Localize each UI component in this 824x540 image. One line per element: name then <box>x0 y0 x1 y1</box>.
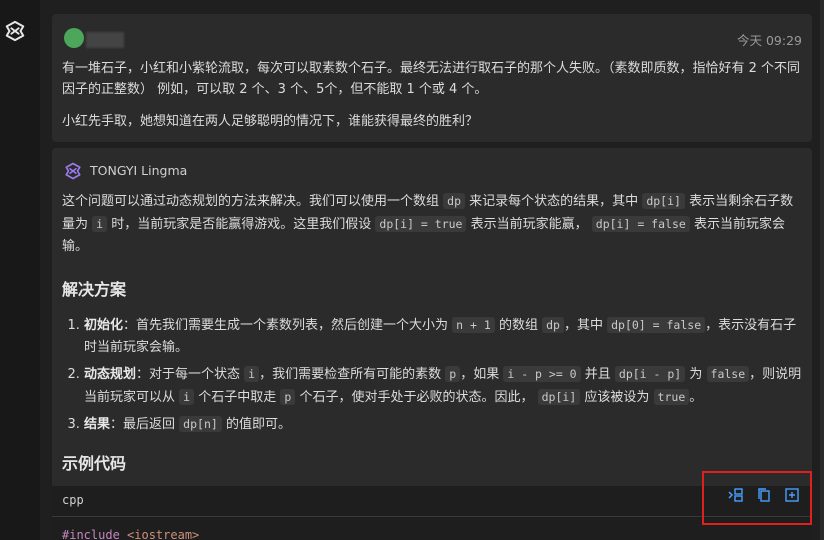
inline-code: i <box>179 389 195 405</box>
copy-code-button[interactable] <box>755 486 773 504</box>
message-timestamp: 今天 09:29 <box>737 33 802 48</box>
inline-code: true <box>653 389 690 405</box>
text-span: 。 <box>689 390 703 405</box>
intro-paragraph: 这个问题可以通过动态规划的方法来解决。我们可以使用一个数组 dp 来记录每个状态… <box>62 190 800 258</box>
step-label: 动态规划 <box>84 367 137 382</box>
new-file-button[interactable] <box>783 486 801 504</box>
inline-code: dp[i] = false <box>591 216 690 232</box>
insert-code-button[interactable] <box>727 486 745 504</box>
text-span: 个石子，使对手处于必败的状态。因此， <box>299 390 534 405</box>
insert-at-cursor-icon <box>728 488 743 502</box>
activity-bar <box>0 0 40 540</box>
assistant-message: TONGYI Lingma 这个问题可以通过动态规划的方法来解决。我们可以使用一… <box>52 148 812 540</box>
code-block-header: cpp <box>52 486 812 517</box>
code-actions-highlight <box>702 471 812 525</box>
inline-code: dp[i] = true <box>375 216 467 232</box>
code-line: #include <iostream> <box>62 528 199 540</box>
text-span: ：对于每一个状态 <box>136 367 241 382</box>
text-span: 这个问题可以通过动态规划的方法来解决。我们可以使用一个数组 <box>62 194 440 209</box>
text-span: 并且 <box>584 367 611 382</box>
inline-code: n + 1 <box>452 317 495 333</box>
code-block: cpp #include <iostream> <box>52 471 812 540</box>
list-item: 结果：最后返回 dp[n] 的值即可。 <box>84 413 804 436</box>
copy-icon <box>758 488 770 502</box>
user-message: 今天 09:29 有一堆石子，小红和小紫轮流取，每次可以取素数个石子。最终无法进… <box>52 14 812 142</box>
chat-panel: 今天 09:29 有一堆石子，小红和小紫轮流取，每次可以取素数个石子。最终无法进… <box>52 0 820 540</box>
inline-code: dp[i] <box>537 389 581 405</box>
inline-code: i <box>92 216 108 232</box>
text-span: ，我们需要检查所有可能的素数 <box>259 367 442 382</box>
user-message-text: 有一堆石子，小红和小紫轮流取，每次可以取素数个石子。最终无法进行取石子的那个人失… <box>62 58 802 143</box>
solution-steps-list: 初始化：首先我们需要生成一个素数列表，然后创建一个大小为 n + 1 的数组 d… <box>62 314 804 440</box>
text-span: 表示当前玩家能赢， <box>470 217 588 232</box>
text-span: 应该被设为 <box>584 390 650 405</box>
code-token: #include <box>62 528 120 540</box>
inline-code: dp <box>443 193 466 209</box>
inline-code: dp <box>542 317 564 333</box>
assistant-name: TONGYI Lingma <box>90 163 188 178</box>
inline-code: i <box>244 366 260 382</box>
list-item: 动态规划：对于每一个状态 i，我们需要检查所有可能的素数 p，如果 i - p … <box>84 363 804 409</box>
text-span: ，其中 <box>563 318 603 333</box>
inline-code: dp[i - p] <box>614 366 686 382</box>
inline-code: false <box>706 366 750 382</box>
text-span: 来记录每个状态的结果，其中 <box>469 194 639 209</box>
code-language-label: cpp <box>62 493 84 507</box>
app-window: 今天 09:29 有一堆石子，小红和小紫轮流取，每次可以取素数个石子。最终无法进… <box>0 0 824 540</box>
inline-code: dp[0] = false <box>607 317 706 333</box>
text-span: ：最后返回 <box>110 417 176 432</box>
inline-code: dp[n] <box>179 416 222 432</box>
panel-gutter <box>40 0 52 540</box>
text-span: 时，当前玩家是否能赢得游戏。这里我们假设 <box>111 217 372 232</box>
section-heading: 解决方案 <box>62 280 127 299</box>
list-item: 初始化：首先我们需要生成一个素数列表，然后创建一个大小为 n + 1 的数组 d… <box>84 314 804 359</box>
step-label: 结果 <box>84 417 111 432</box>
scrollbar[interactable] <box>820 0 824 540</box>
tongyi-logo-icon[interactable] <box>4 20 26 42</box>
text-span: 为 <box>689 367 703 382</box>
inline-code: dp[i] <box>642 193 685 209</box>
user-paragraph: 有一堆石子，小红和小紫轮流取，每次可以取素数个石子。最终无法进行取石子的那个人失… <box>62 61 801 97</box>
inline-code: p <box>445 366 461 382</box>
new-file-icon <box>785 488 799 502</box>
inline-code: i - p >= 0 <box>503 366 581 382</box>
user-paragraph: 小红先手取，她想知道在两人足够聪明的情况下，谁能获得最终的胜利？ <box>62 114 479 129</box>
text-span: 个石子中取走 <box>198 390 277 405</box>
section-heading: 示例代码 <box>62 454 127 473</box>
code-token: <iostream> <box>127 528 200 540</box>
text-span: ，如果 <box>460 367 500 382</box>
step-label: 初始化 <box>84 318 124 333</box>
user-name-redacted <box>86 32 124 48</box>
lingma-logo-icon <box>65 162 81 180</box>
avatar <box>64 28 84 48</box>
text-span: 的值即可。 <box>225 417 291 432</box>
text-span: 的数组 <box>498 318 538 333</box>
inline-code: p <box>280 389 296 405</box>
text-span: ：首先我们需要生成一个素数列表，然后创建一个大小为 <box>123 318 449 333</box>
